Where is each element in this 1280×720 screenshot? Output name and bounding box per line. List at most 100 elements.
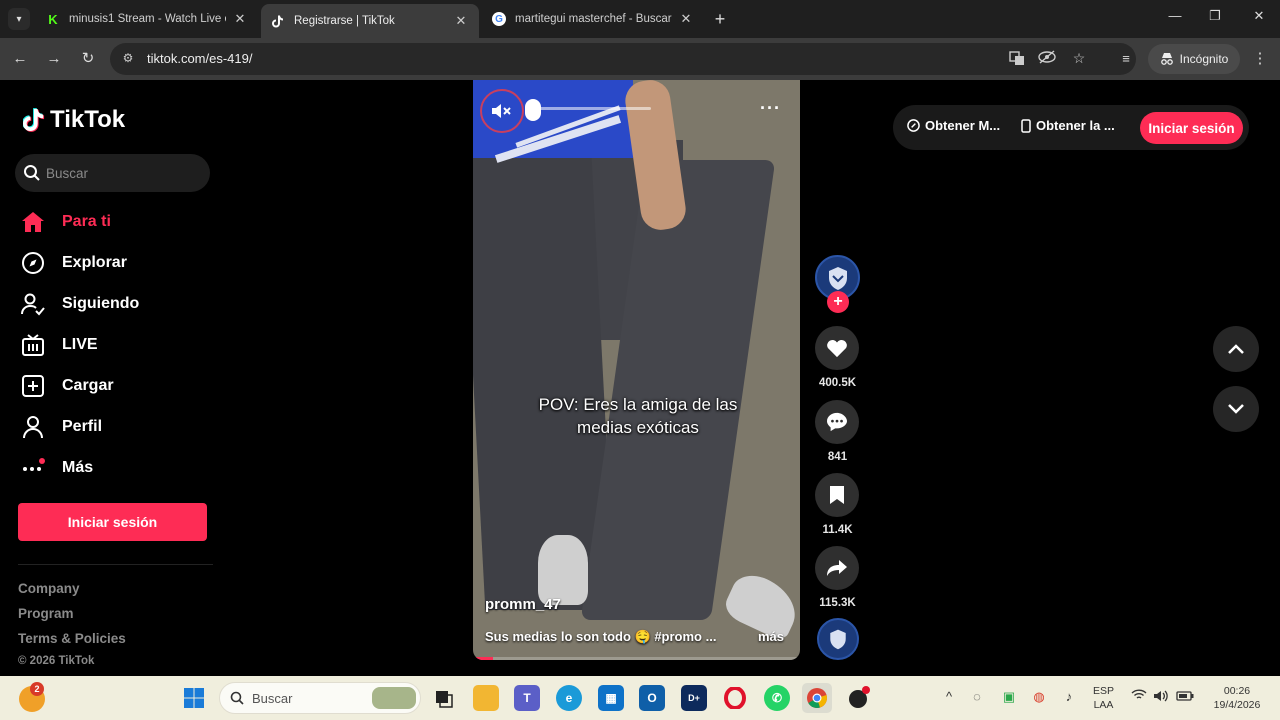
tab-close-icon[interactable]: ✕ (453, 13, 469, 29)
description-more-link[interactable]: más (758, 629, 784, 644)
sidebar-login-button[interactable]: Iniciar sesión (18, 503, 207, 541)
video-author[interactable]: promm_47 (485, 596, 561, 613)
start-button[interactable] (181, 685, 207, 711)
browser-tab-kick[interactable]: K minusis1 Stream - Watch Live o ✕ (36, 4, 258, 34)
top-actions-bar: Obtener M... Obtener la ... Iniciar sesi… (893, 105, 1249, 150)
video-progress-fill (473, 657, 493, 660)
reading-list-icon[interactable]: ≡ (1116, 49, 1136, 69)
tab-search-button[interactable]: ▾ (8, 8, 30, 30)
language-line: ESP (1093, 685, 1115, 697)
bookmark-icon (830, 486, 844, 504)
battery-icon[interactable] (1176, 689, 1194, 704)
bookmark-star-icon[interactable]: ☆ (1070, 50, 1088, 67)
nav-explorar[interactable]: Explorar (20, 247, 127, 279)
volume-slider-handle[interactable] (525, 99, 541, 121)
new-tab-button[interactable]: + (710, 9, 730, 30)
tray-app-icon[interactable]: ◌ (968, 689, 986, 704)
browser-menu-icon[interactable]: ⋮ (1252, 49, 1268, 67)
get-coins-label: Obtener M... (925, 118, 1001, 133)
video-frame-shape (538, 535, 588, 605)
reload-button[interactable]: ↻ (78, 49, 98, 69)
clock-time: 00:26 (1223, 685, 1251, 697)
like-button[interactable] (815, 326, 859, 370)
disney-plus-icon[interactable]: D+ (681, 685, 707, 711)
whatsapp-icon[interactable]: ✆ (764, 685, 790, 711)
nav-live[interactable]: LIVE (20, 329, 98, 361)
restore-button[interactable]: ❐ (1200, 8, 1230, 24)
upload-plus-icon (20, 373, 46, 399)
nav-mas[interactable]: Más (20, 452, 93, 484)
chevron-down-icon (1228, 404, 1244, 414)
previous-video-button[interactable] (1213, 326, 1259, 372)
comment-button[interactable] (815, 400, 859, 444)
like-count: 400.5K (818, 377, 857, 389)
tray-app-icon[interactable]: ▣ (1000, 689, 1018, 705)
store-icon[interactable]: ▦ (598, 685, 624, 711)
footer-terms-link[interactable]: Terms & Policies (18, 631, 126, 646)
search-input[interactable] (46, 165, 196, 181)
task-view-icon[interactable] (431, 685, 457, 711)
teams-icon[interactable]: T (514, 685, 540, 711)
forward-button[interactable]: → (44, 49, 64, 69)
nav-label: LIVE (62, 336, 98, 353)
tab-close-icon[interactable]: ✕ (678, 11, 694, 27)
tiktok-logo[interactable]: TikTok (22, 106, 125, 134)
outlook-icon[interactable]: O (639, 685, 665, 711)
nav-cargar[interactable]: Cargar (20, 370, 114, 402)
footer-program-link[interactable]: Program (18, 606, 74, 621)
wifi-icon[interactable] (1130, 689, 1148, 704)
tray-app-icon[interactable]: ◍ (1030, 689, 1048, 705)
get-app-link[interactable]: Obtener la ... (1021, 118, 1115, 133)
video-description: Sus medias lo son todo 🤤 #promo ... (485, 629, 717, 644)
next-video-button[interactable] (1213, 386, 1259, 432)
app-with-notification-icon[interactable] (846, 685, 872, 711)
address-bar[interactable]: ⚙ tiktok.com/es-419/ ☆ (110, 43, 1136, 75)
browser-tab-tiktok[interactable]: Registrarse | TikTok ✕ (261, 4, 479, 38)
volume-slider[interactable] (531, 107, 651, 110)
footer-company-link[interactable]: Company (18, 581, 80, 596)
opera-icon[interactable] (722, 685, 748, 711)
video-more-options-icon[interactable]: ··· (760, 98, 781, 119)
get-coins-link[interactable]: Obtener M... (907, 118, 1000, 133)
browser-tab-google[interactable]: G martitegui masterchef - Buscar ✕ (482, 4, 704, 34)
speaker-icon[interactable] (1152, 689, 1170, 706)
save-button[interactable] (815, 473, 859, 517)
caption-line: medias exóticas (577, 418, 699, 437)
search-box[interactable] (15, 154, 210, 192)
video-player[interactable]: ··· POV: Eres la amiga de las medias exó… (473, 80, 800, 660)
translate-icon[interactable] (1008, 50, 1026, 69)
tab-close-icon[interactable]: ✕ (232, 11, 248, 27)
tracking-protection-icon[interactable] (1038, 50, 1056, 67)
header-login-button[interactable]: Iniciar sesión (1140, 112, 1243, 144)
chevron-up-icon (1228, 344, 1244, 354)
show-hidden-icons[interactable]: ^ (940, 689, 958, 704)
nav-siguiendo[interactable]: Siguiendo (20, 288, 139, 320)
video-progress-bar[interactable] (473, 657, 800, 660)
comment-bubble-icon (827, 412, 847, 432)
edge-icon[interactable]: e (556, 685, 582, 711)
incognito-badge[interactable]: Incógnito (1148, 44, 1240, 74)
search-icon (230, 691, 244, 705)
sound-disc[interactable] (817, 618, 859, 660)
more-dots-icon (20, 455, 46, 481)
share-button[interactable] (815, 546, 859, 590)
microphone-icon[interactable]: ♪ (1060, 689, 1078, 704)
caption-line: POV: Eres la amiga de las (538, 395, 738, 414)
nav-para-ti[interactable]: Para ti (20, 206, 111, 238)
close-window-button[interactable]: ✕ (1244, 8, 1274, 24)
chrome-icon[interactable] (802, 683, 832, 713)
file-explorer-icon[interactable] (473, 685, 499, 711)
follow-button[interactable]: + (827, 291, 849, 313)
home-icon (20, 209, 46, 235)
minimize-button[interactable]: — (1160, 8, 1190, 23)
back-button[interactable]: ← (10, 49, 30, 69)
site-info-icon[interactable]: ⚙ (120, 51, 136, 67)
taskbar-search[interactable] (219, 682, 421, 714)
system-clock[interactable]: 00:26 19/4/2026 (1200, 684, 1274, 712)
taskbar-search-input[interactable] (252, 690, 352, 706)
search-icon (24, 165, 40, 181)
nav-perfil[interactable]: Perfil (20, 411, 102, 443)
mute-button[interactable] (480, 89, 524, 133)
language-indicator[interactable]: ESP LAA (1093, 684, 1114, 712)
nav-label: Para ti (62, 213, 111, 230)
